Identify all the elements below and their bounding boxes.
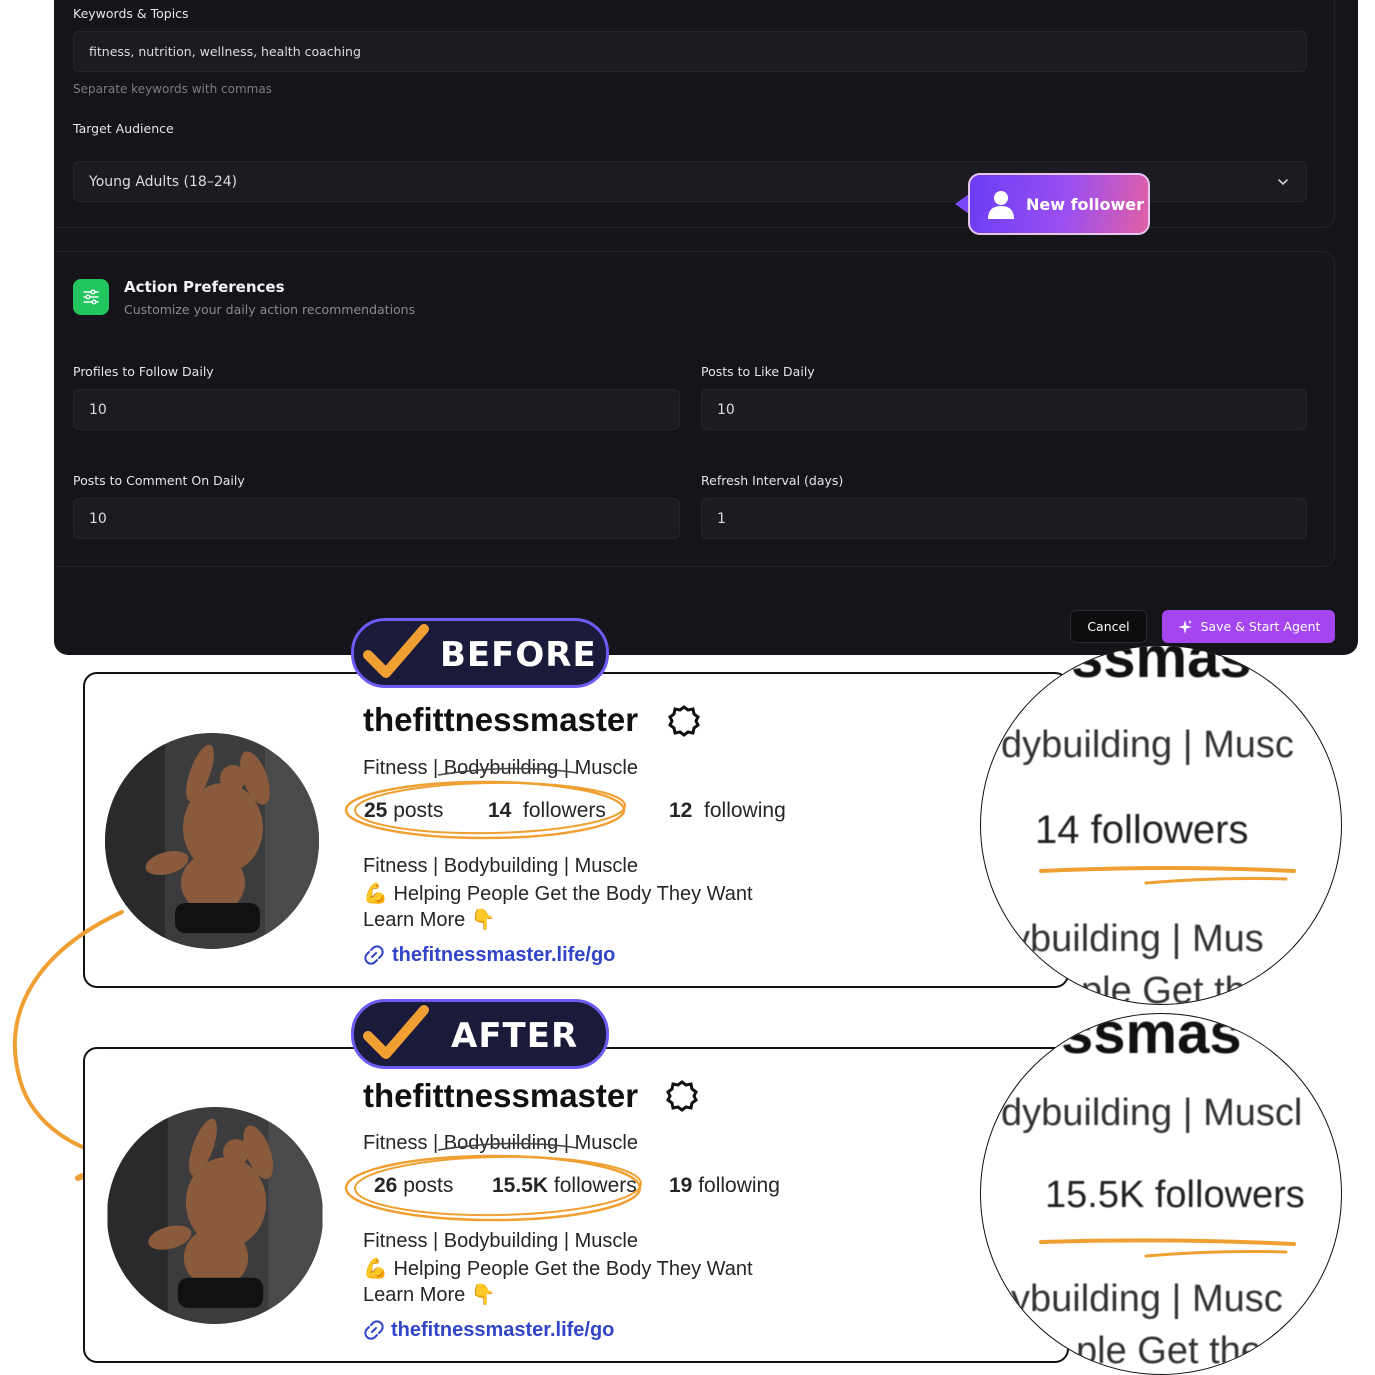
zoom-circle-before: ssmas dybuilding | Musc 14 followers ybu… [980, 645, 1342, 1005]
keywords-input[interactable]: fitness, nutrition, wellness, health coa… [73, 31, 1307, 72]
zoom-top-before: ssmas [1071, 645, 1252, 690]
comment-input[interactable]: 10 [73, 498, 680, 539]
before-badge: BEFORE [351, 618, 609, 688]
zoom-followers-after: 15.5K followers [1045, 1174, 1305, 1216]
following-label-before: following [704, 799, 786, 822]
profile-link-before[interactable]: thefitnessmaster.life/go [392, 944, 615, 967]
chevron-down-icon [1278, 179, 1288, 186]
bio-line3-before[interactable]: Learn More 👇 [363, 907, 496, 932]
follow-label: Profiles to Follow Daily [73, 364, 214, 379]
keywords-label: Keywords & Topics [73, 6, 189, 21]
after-badge: AFTER [351, 999, 609, 1069]
zoom-underline-before [1039, 866, 1296, 885]
zoom-line1-after: dybuilding | Muscl [1001, 1092, 1303, 1134]
comment-label: Posts to Comment On Daily [73, 473, 245, 488]
audience-label: Target Audience [73, 121, 174, 136]
bio-line1-after: Fitness | Bodybuilding | Muscle [363, 1230, 638, 1252]
profile-link-after[interactable]: thefitnessmaster.life/go [391, 1319, 614, 1342]
section-title: Action Preferences [124, 278, 285, 296]
like-input[interactable]: 10 [701, 389, 1307, 430]
sparkle-icon [1177, 619, 1192, 634]
following-label-after: following [698, 1174, 780, 1197]
zoom-circle-after: ssmas dybuilding | Muscl 15.5K followers… [980, 1013, 1342, 1375]
bio-line1-before: Fitness | Bodybuilding | Muscle [363, 855, 638, 877]
highlight-circle-after [344, 1154, 642, 1222]
zoom-line4-before: ple Get th [1081, 970, 1246, 1005]
link-icon [364, 1320, 384, 1340]
highlight-circle-before [344, 780, 626, 840]
before-badge-label: BEFORE [440, 635, 597, 675]
username-before: thefittnessmaster [363, 701, 639, 738]
username-after: thefittnessmaster [363, 1077, 639, 1114]
following-count-before: 12 [669, 799, 693, 822]
section-subtitle: Customize your daily action recommendati… [124, 302, 416, 317]
bodybuilder-photo-icon [107, 1107, 323, 1324]
checkmark-icon [363, 624, 429, 678]
following-count-after: 19 [669, 1174, 693, 1197]
bio-line2-after: 💪 Helping People Get the Body They Want [363, 1258, 753, 1280]
new-follower-notification: New follower [968, 173, 1150, 235]
following-stat-before[interactable]: 12 following [669, 799, 786, 823]
following-stat-after[interactable]: 19 following [669, 1174, 780, 1198]
profile-avatar-after [107, 1107, 323, 1324]
like-label: Posts to Like Daily [701, 364, 815, 379]
link-icon [364, 945, 384, 965]
save-start-button[interactable]: Save & Start Agent [1162, 610, 1335, 643]
zoom-top-after: ssmas [1061, 1013, 1242, 1066]
zoom-underline-after [1039, 1238, 1296, 1258]
settings-panel: Keywords & Topics fitness, nutrition, we… [54, 0, 1358, 655]
follow-input[interactable]: 10 [73, 389, 680, 430]
zoom-line1-before: dybuilding | Musc [1001, 724, 1294, 766]
user-icon [988, 191, 1014, 219]
settings-gear-icon[interactable] [665, 1079, 699, 1113]
bio-line3-after[interactable]: Learn More 👇 [363, 1282, 496, 1307]
notification-label: New follower [1026, 194, 1145, 214]
save-start-label: Save & Start Agent [1200, 619, 1321, 634]
keywords-hint: Separate keywords with commas [73, 82, 272, 96]
settings-gear-icon[interactable] [667, 704, 701, 738]
cancel-button[interactable]: Cancel [1070, 610, 1147, 643]
zoom-followers-before: 14 followers [1035, 808, 1249, 852]
zoom-line4-after: ple Get the [1076, 1330, 1262, 1372]
refresh-input[interactable]: 1 [701, 498, 1307, 539]
sliders-icon [73, 279, 109, 315]
audience-select-value: Young Adults (18–24) [89, 173, 238, 190]
notification-tail [955, 194, 969, 214]
zoom-line3-after: ybuilding | Musc [1011, 1278, 1283, 1320]
zoom-line3-before: ybuilding | Mus [1011, 918, 1264, 960]
after-badge-label: AFTER [451, 1016, 579, 1056]
bio-line2-before: 💪 Helping People Get the Body They Want [363, 883, 753, 905]
refresh-label: Refresh Interval (days) [701, 473, 844, 488]
checkmark-icon [363, 1005, 429, 1059]
